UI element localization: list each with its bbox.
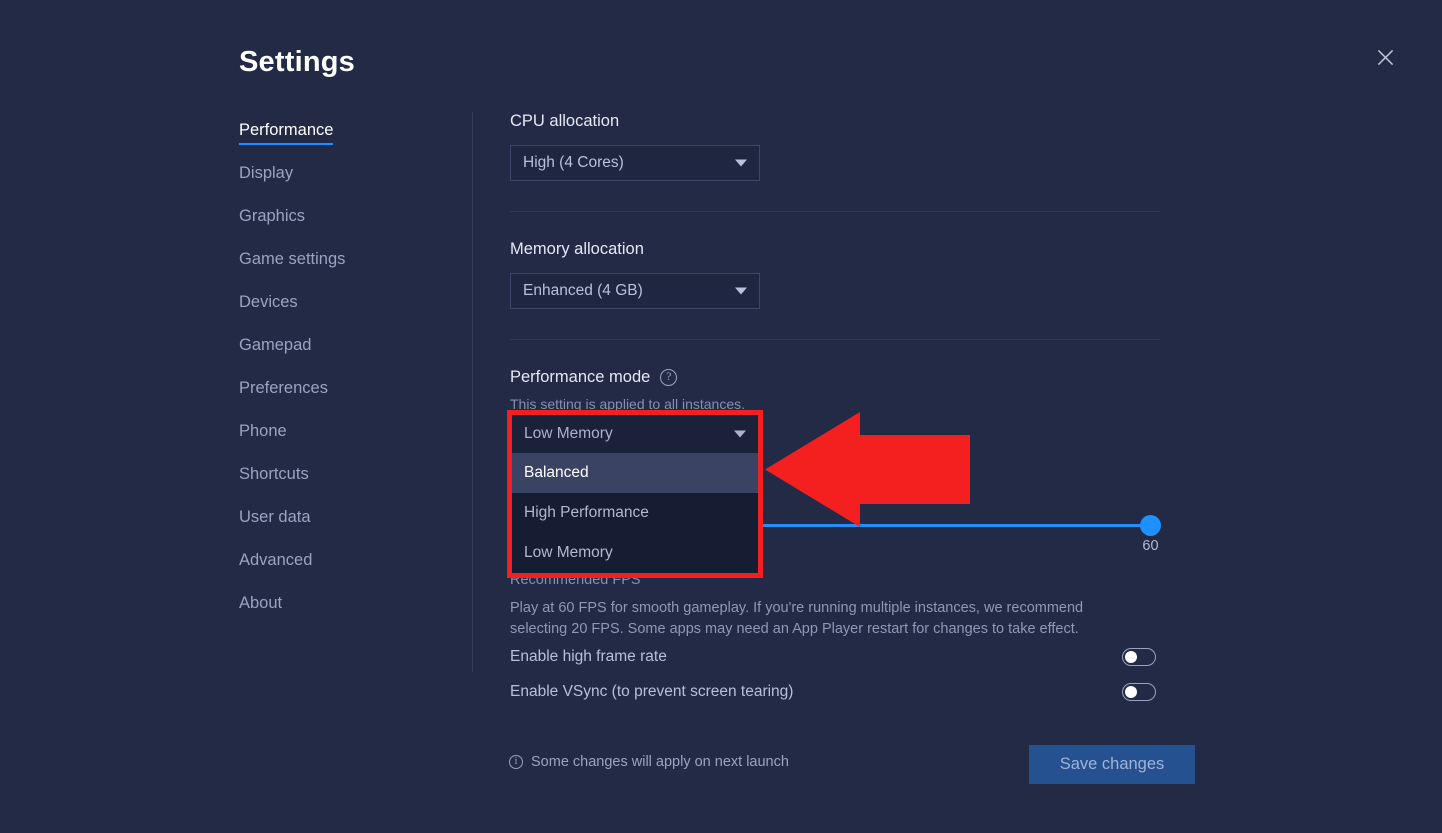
dropdown-option-balanced[interactable]: Balanced bbox=[512, 453, 758, 493]
dropdown-option-label: Low Memory bbox=[524, 544, 613, 561]
page-title: Settings bbox=[239, 46, 355, 78]
left-arrow-annotation bbox=[765, 412, 970, 532]
fps-slider-value: 60 bbox=[1142, 538, 1159, 554]
high-frame-rate-toggle[interactable] bbox=[1122, 648, 1156, 666]
cpu-allocation-select[interactable]: High (4 Cores) bbox=[510, 145, 760, 181]
performance-mode-selected-value: Low Memory bbox=[524, 425, 613, 442]
section-divider bbox=[510, 211, 1160, 212]
toggle-knob bbox=[1125, 651, 1137, 663]
chevron-down-icon bbox=[735, 159, 747, 167]
toggle-label: Enable VSync (to prevent screen tearing) bbox=[510, 683, 794, 700]
sidebar-item-label: User data bbox=[239, 508, 311, 526]
close-icon[interactable] bbox=[1370, 42, 1400, 72]
sidebar-item-label: Shortcuts bbox=[239, 465, 309, 483]
sidebar-item-label: Gamepad bbox=[239, 336, 312, 354]
settings-content: CPU allocation High (4 Cores) Memory all… bbox=[510, 112, 1160, 426]
memory-allocation-select[interactable]: Enhanced (4 GB) bbox=[510, 273, 760, 309]
sidebar-item-user-data[interactable]: User data bbox=[239, 507, 311, 532]
sidebar-item-label: Performance bbox=[239, 121, 334, 139]
performance-mode-dropdown-trigger[interactable]: Low Memory bbox=[512, 415, 758, 453]
section-divider bbox=[510, 339, 1160, 340]
cpu-allocation-value: High (4 Cores) bbox=[523, 154, 624, 171]
toggle-label: Enable high frame rate bbox=[510, 648, 667, 665]
toggle-knob bbox=[1125, 686, 1137, 698]
question-mark-icon[interactable]: ? bbox=[660, 369, 678, 386]
memory-allocation-label: Memory allocation bbox=[510, 240, 644, 258]
sidebar-item-devices[interactable]: Devices bbox=[239, 292, 298, 317]
fps-info-block: Recommended FPS Play at 60 FPS for smoot… bbox=[510, 572, 1160, 640]
footer-note: i Some changes will apply on next launch bbox=[509, 754, 789, 770]
performance-mode-dropdown[interactable]: Low Memory Balanced High Performance Low… bbox=[507, 410, 763, 578]
cpu-allocation-label: CPU allocation bbox=[510, 112, 620, 130]
info-icon: i bbox=[509, 755, 523, 769]
chevron-down-icon bbox=[734, 430, 746, 438]
fps-slider-thumb[interactable] bbox=[1140, 515, 1161, 536]
sidebar-item-phone[interactable]: Phone bbox=[239, 421, 287, 446]
toggle-row-vsync: Enable VSync (to prevent screen tearing) bbox=[510, 683, 1156, 701]
sidebar-item-label: About bbox=[239, 594, 283, 612]
sidebar-item-label: Advanced bbox=[239, 551, 313, 569]
save-changes-button[interactable]: Save changes bbox=[1029, 745, 1195, 784]
sidebar-item-label: Phone bbox=[239, 422, 287, 440]
dropdown-option-label: Balanced bbox=[524, 464, 589, 481]
sidebar-item-label: Preferences bbox=[239, 379, 328, 397]
chevron-down-icon bbox=[735, 287, 747, 295]
settings-sidebar: Performance Display Graphics Game settin… bbox=[239, 120, 444, 636]
dropdown-option-low-memory[interactable]: Low Memory bbox=[512, 533, 758, 573]
sidebar-item-advanced[interactable]: Advanced bbox=[239, 550, 312, 575]
sidebar-item-performance[interactable]: Performance bbox=[239, 120, 334, 145]
toggle-row-high-frame-rate: Enable high frame rate bbox=[510, 648, 1156, 666]
sidebar-divider bbox=[472, 112, 473, 672]
vsync-toggle[interactable] bbox=[1122, 683, 1156, 701]
sidebar-item-game-settings[interactable]: Game settings bbox=[239, 249, 345, 274]
sidebar-item-label: Display bbox=[239, 164, 294, 182]
sidebar-item-display[interactable]: Display bbox=[239, 163, 293, 188]
sidebar-item-graphics[interactable]: Graphics bbox=[239, 206, 305, 231]
sidebar-item-label: Game settings bbox=[239, 250, 346, 268]
settings-dialog: Settings Performance Display Graphics Ga… bbox=[0, 0, 1442, 833]
footer-note-text: Some changes will apply on next launch bbox=[531, 754, 789, 770]
sidebar-item-shortcuts[interactable]: Shortcuts bbox=[239, 464, 309, 489]
sidebar-item-preferences[interactable]: Preferences bbox=[239, 378, 328, 403]
memory-allocation-value: Enhanced (4 GB) bbox=[523, 282, 643, 299]
sidebar-item-label: Devices bbox=[239, 293, 298, 311]
dropdown-option-label: High Performance bbox=[524, 504, 649, 521]
sidebar-item-label: Graphics bbox=[239, 207, 306, 225]
performance-mode-label: Performance mode bbox=[510, 368, 651, 386]
dropdown-option-high-performance[interactable]: High Performance bbox=[512, 493, 758, 533]
sidebar-item-about[interactable]: About bbox=[239, 593, 282, 618]
performance-mode-header: Performance mode ? bbox=[510, 368, 1160, 387]
sidebar-item-gamepad[interactable]: Gamepad bbox=[239, 335, 311, 360]
recommended-fps-description: Play at 60 FPS for smooth gameplay. If y… bbox=[510, 600, 1084, 637]
